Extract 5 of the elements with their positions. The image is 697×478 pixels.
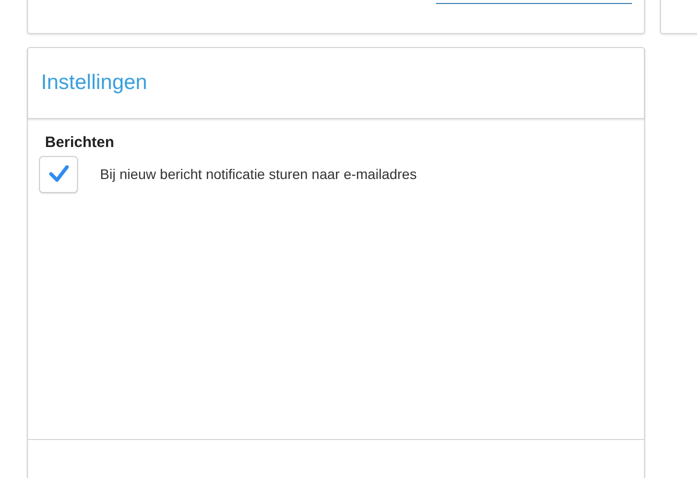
checkbox[interactable]	[39, 156, 78, 192]
checkmark-icon	[48, 165, 68, 183]
checkbox-label: Bij nieuw bericht notificatie sturen naar e-mailadres	[100, 164, 417, 184]
section-heading: Berichten	[45, 133, 116, 153]
panel-title: Instellingen	[41, 70, 148, 96]
